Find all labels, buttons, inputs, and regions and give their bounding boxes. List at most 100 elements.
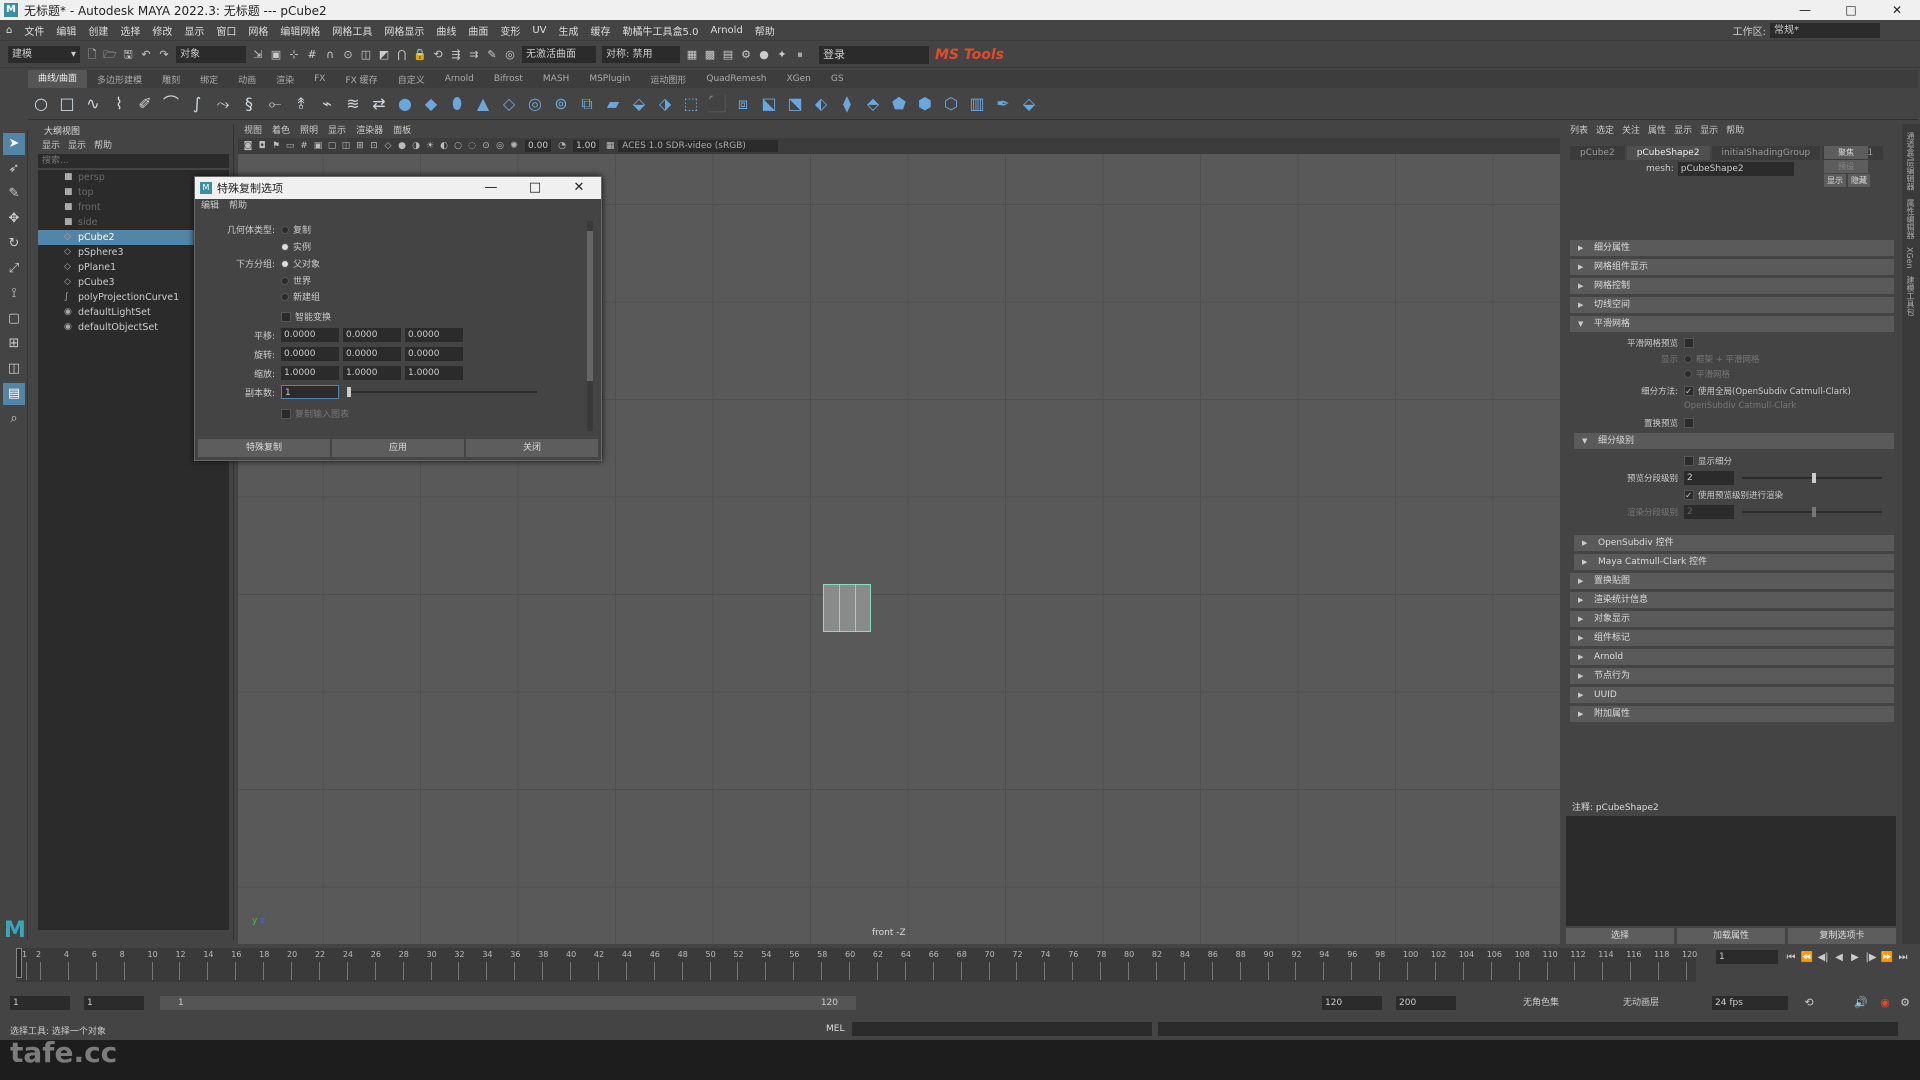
translate-x-field[interactable]: 0.0000: [281, 328, 339, 342]
select-hierarchy-icon[interactable]: ⇲: [250, 47, 266, 63]
fps-dropdown[interactable]: 24 fps: [1712, 996, 1788, 1010]
sculpt-surface-icon[interactable]: ✒: [991, 92, 1015, 116]
live-surface-dropdown[interactable]: 无激活曲面: [522, 46, 596, 63]
render-icon[interactable]: ◎: [502, 47, 518, 63]
exposure-field[interactable]: 0.00: [525, 140, 552, 152]
render-view-icon[interactable]: ▦: [684, 47, 700, 63]
lasso-tool-icon[interactable]: ➶: [3, 158, 25, 180]
show-button[interactable]: 显示: [1824, 174, 1846, 187]
shelf-tab-mash[interactable]: MASH: [533, 74, 579, 84]
side-tab-channel-box[interactable]: 通道盒/层编辑器: [1905, 132, 1916, 191]
dialog-title-bar[interactable]: M 特殊复制选项 — □ ✕: [195, 177, 601, 199]
nurbs-torus-icon[interactable]: ◎: [523, 92, 547, 116]
go-to-end-icon[interactable]: ⏭: [1896, 952, 1910, 963]
menu-create[interactable]: 创建: [82, 23, 114, 38]
step-back-frame-icon[interactable]: ◀|: [1816, 952, 1830, 963]
insert-isoparm-icon[interactable]: ⬢: [913, 92, 937, 116]
selection-mode-dropdown[interactable]: 对象: [176, 46, 246, 63]
translate-z-field[interactable]: 0.0000: [405, 328, 463, 342]
nurbs-circle-icon[interactable]: ○: [29, 92, 53, 116]
nurbs-cube-icon[interactable]: ◆: [419, 92, 443, 116]
side-tab-modeling-toolkit[interactable]: 建模工具包: [1905, 276, 1916, 316]
exposure-icon[interactable]: ✺: [508, 140, 520, 152]
gamma-icon[interactable]: ◔: [556, 140, 568, 152]
menu-display[interactable]: 显示: [178, 23, 210, 38]
cv-curve-icon[interactable]: ∿: [81, 92, 105, 116]
smooth-preview-checkbox[interactable]: [1684, 338, 1694, 348]
show-subdiv-checkbox[interactable]: [1684, 456, 1694, 466]
step-forward-key-icon[interactable]: ⏩: [1880, 952, 1894, 963]
auto-key-icon[interactable]: ◉: [1877, 995, 1893, 1011]
render-level-field[interactable]: 2: [1684, 505, 1734, 519]
attr-menu-list[interactable]: 列表: [1570, 124, 1588, 138]
textured-icon[interactable]: ◑: [410, 140, 422, 152]
shelf-tab-sculpt[interactable]: 雕刻: [152, 73, 190, 86]
attr-menu-help[interactable]: 帮助: [1726, 124, 1744, 138]
dialog-menu-help[interactable]: 帮助: [229, 199, 247, 213]
single-view-icon[interactable]: ▢: [3, 308, 25, 330]
time-slider-track[interactable]: 1 2 4 6 8 10 12 14 16 18 20 22 24 26 28 30 32 34 36 38 40 42 4…: [16, 948, 1697, 982]
viewport-menu-view[interactable]: 视图: [244, 124, 262, 138]
ms-tools-logo[interactable]: MS Tools: [935, 47, 1004, 63]
smooth-shade-icon[interactable]: ●: [396, 140, 408, 152]
menu-mesh-tools[interactable]: 网格工具: [326, 23, 378, 38]
outliner-search-input[interactable]: 搜索...: [38, 154, 229, 168]
resolution-gate-icon[interactable]: ▢: [326, 140, 338, 152]
selected-cube-mesh[interactable]: [823, 584, 871, 632]
close-dialog-button[interactable]: 关闭: [466, 439, 598, 457]
workspace-dropdown[interactable]: 常规*: [1770, 23, 1880, 38]
select-tool-icon[interactable]: ➤: [3, 133, 25, 155]
safe-action-icon[interactable]: ⊡: [368, 140, 380, 152]
preview-level-slider[interactable]: [1742, 473, 1882, 483]
isolate-select-icon[interactable]: ⊙: [480, 140, 492, 152]
ep-curve-icon[interactable]: ⌇: [107, 92, 131, 116]
duplicate-input-graph-checkbox[interactable]: [281, 408, 291, 419]
menu-arnold[interactable]: Arnold: [704, 25, 748, 36]
section-uuid[interactable]: UUID: [1570, 687, 1894, 703]
camera-select-icon[interactable]: ◙: [242, 140, 254, 152]
render-settings-icon[interactable]: ⚙: [738, 47, 754, 63]
animation-end-field[interactable]: 200: [1396, 996, 1456, 1010]
section-node-behavior[interactable]: 节点行为: [1570, 668, 1894, 684]
menu-modify[interactable]: 修改: [146, 23, 178, 38]
render-level-slider-handle[interactable]: [1812, 507, 1816, 517]
four-view-icon[interactable]: ⊞: [3, 333, 25, 355]
close-button[interactable]: ✕: [1874, 0, 1920, 20]
hide-button[interactable]: 隐藏: [1848, 174, 1870, 187]
copies-slider-handle[interactable]: [347, 387, 351, 397]
intersect-icon[interactable]: ⧈: [731, 92, 755, 116]
arnold-render-icon[interactable]: ✦: [774, 47, 790, 63]
arc-icon[interactable]: ⌒: [159, 92, 183, 116]
last-tool-icon[interactable]: ⟟: [3, 283, 25, 305]
menu-mesh[interactable]: 网格: [242, 23, 274, 38]
wireframe-icon[interactable]: ◇: [382, 140, 394, 152]
shelf-tab-curves[interactable]: 曲线/曲面: [28, 70, 88, 88]
project-curve-icon[interactable]: ⬕: [757, 92, 781, 116]
translate-y-field[interactable]: 0.0000: [343, 328, 401, 342]
shelf-tab-animation[interactable]: 动画: [228, 73, 266, 86]
output-ops-icon[interactable]: ⇉: [466, 47, 482, 63]
section-subdiv-levels[interactable]: 细分级别: [1574, 433, 1894, 449]
surface-editing-icon[interactable]: ⬙: [1017, 92, 1041, 116]
side-tab-xgen[interactable]: XGen: [1905, 247, 1914, 269]
menu-help[interactable]: 帮助: [749, 23, 781, 38]
field-chart-icon[interactable]: ⊞: [354, 140, 366, 152]
lock-icon[interactable]: 🔒: [412, 47, 428, 63]
detach-surface-icon[interactable]: ⬘: [861, 92, 885, 116]
section-mesh-component-display[interactable]: 网格组件显示: [1570, 259, 1894, 275]
snap-curve-icon[interactable]: ∩: [322, 47, 338, 63]
radio-smooth-mesh[interactable]: [1684, 370, 1692, 378]
untrim-icon[interactable]: ⬖: [809, 92, 833, 116]
reverse-curve-icon[interactable]: ⇄: [367, 92, 391, 116]
maximize-button[interactable]: □: [1828, 0, 1874, 20]
attr-menu-focus[interactable]: 关注: [1622, 124, 1640, 138]
section-component-tags[interactable]: 组件标记: [1570, 630, 1894, 646]
shelf-tab-rigging[interactable]: 绑定: [190, 73, 228, 86]
menu-file[interactable]: 文件: [18, 23, 50, 38]
camera-attr-icon[interactable]: ◘: [256, 140, 268, 152]
use-global-checkbox[interactable]: ✓: [1684, 386, 1694, 397]
shelf-tab-poly[interactable]: 多边形建模: [87, 73, 152, 86]
attach-surface-icon[interactable]: ⧫: [835, 92, 859, 116]
menu-select[interactable]: 选择: [114, 23, 146, 38]
rotate-x-field[interactable]: 0.0000: [281, 347, 339, 361]
